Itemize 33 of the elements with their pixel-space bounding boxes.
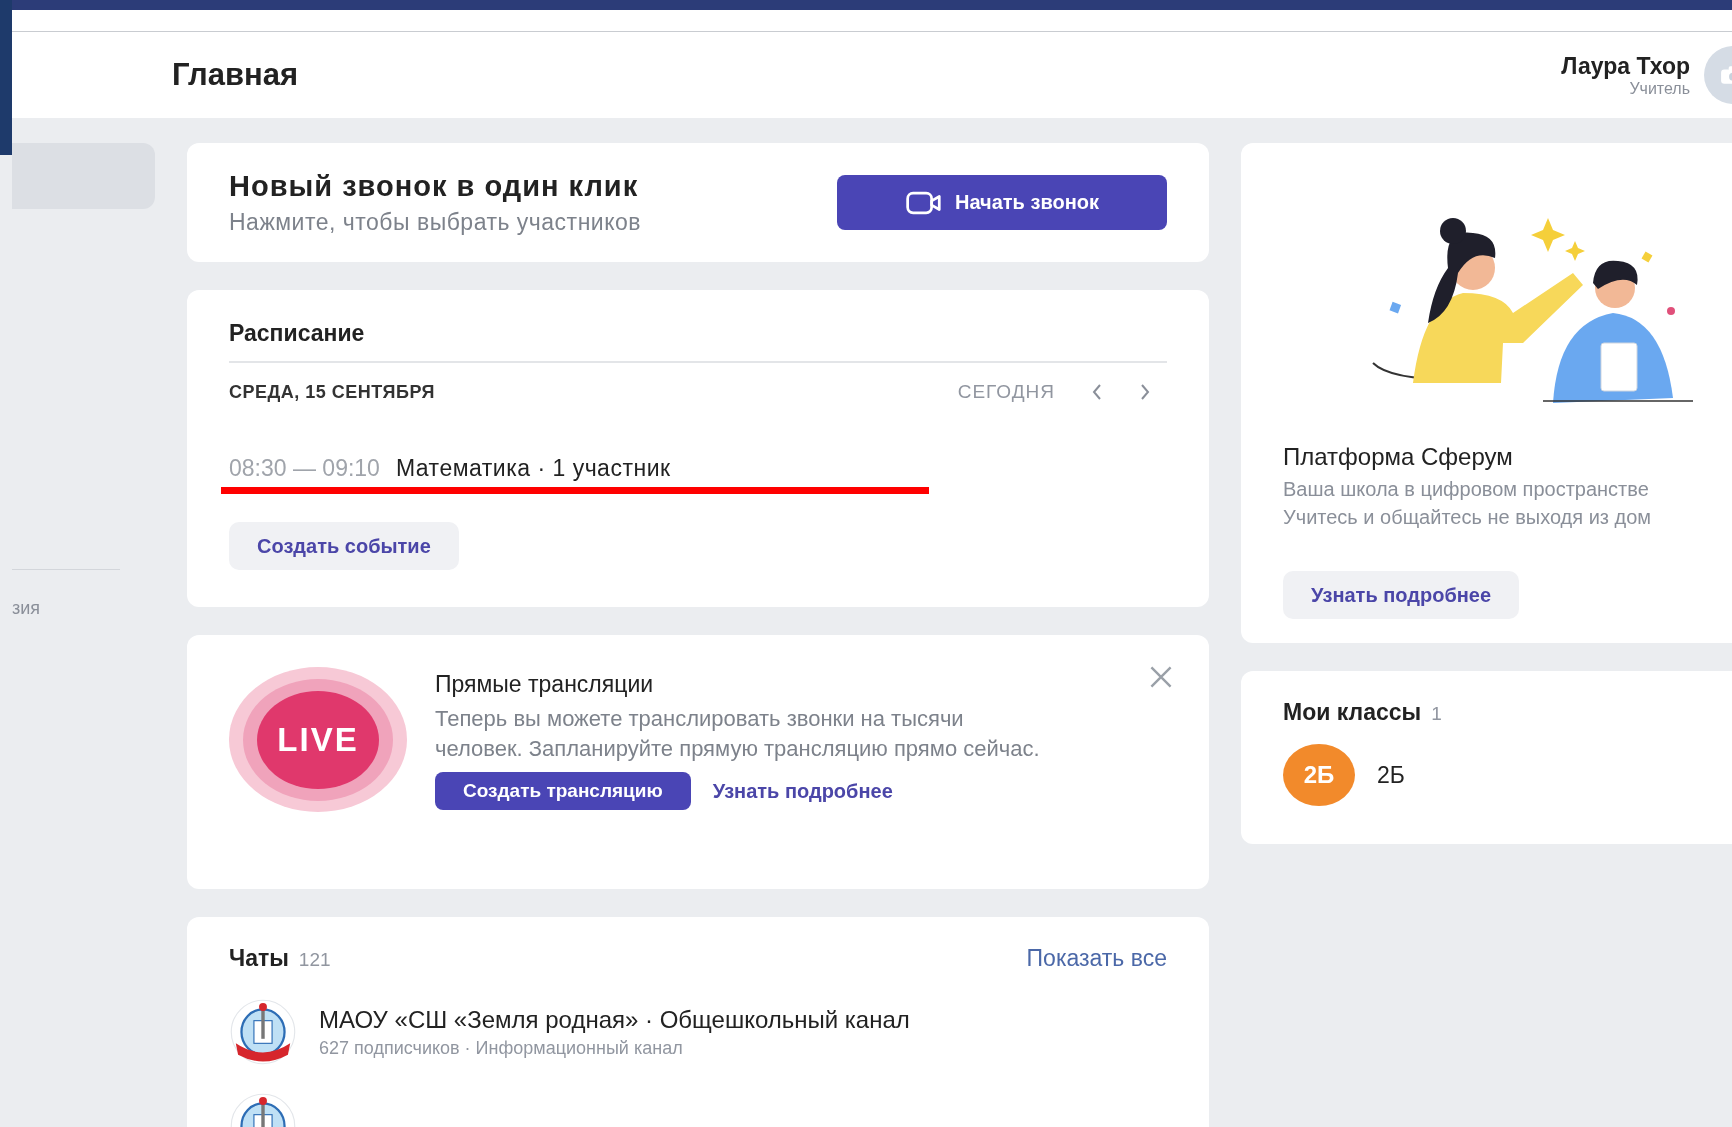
- show-all-link[interactable]: Показать все: [1026, 945, 1167, 972]
- event-time: 08:30 — 09:10: [229, 455, 380, 482]
- user-name: Лаура Тхор: [1561, 52, 1690, 80]
- classes-count: 1: [1431, 703, 1442, 725]
- page-title: Главная: [172, 57, 299, 93]
- close-icon[interactable]: [1149, 665, 1173, 689]
- create-broadcast-button[interactable]: Создать трансляцию: [435, 772, 691, 810]
- chevron-left-icon[interactable]: [1091, 382, 1103, 402]
- create-event-button[interactable]: Создать событие: [229, 522, 459, 570]
- learn-more-button[interactable]: Узнать подробнее: [1283, 571, 1520, 619]
- card-title: Новый звонок в один клик: [229, 169, 640, 203]
- start-call-button[interactable]: Начать звонок: [837, 175, 1167, 230]
- card-title: Расписание: [229, 320, 366, 347]
- card-description: Учитесь и общайтесь не выходя из дом: [1283, 505, 1653, 530]
- school-emblem-icon: [229, 998, 297, 1066]
- card-title: Чаты: [229, 945, 289, 972]
- card-title: Платформа Сферум: [1283, 443, 1514, 471]
- chats-count: 121: [298, 949, 331, 971]
- chat-name[interactable]: МАОУ «СШ «Земля родная» · Общешкольный канал: [319, 1005, 910, 1034]
- card-description: Ваша школа в цифровом пространстве: [1283, 477, 1650, 502]
- card-description: Теперь вы можете транслировать звонки на тысячи человек. Запланируйте прямую трансляцию прямо сейчас.: [435, 705, 1041, 763]
- card-title: Прямые трансляции: [435, 671, 655, 698]
- schedule-date: СРЕДА, 15 СЕНТЯБРЯ: [229, 381, 435, 403]
- live-badge: LIVE: [229, 667, 407, 812]
- card-title: Мои классы: [1283, 699, 1422, 726]
- event-title[interactable]: Математика · 1 участник: [395, 455, 671, 482]
- class-name[interactable]: 2Б: [1377, 761, 1405, 789]
- chat-meta: 627 подписчиков · Информационный канал: [319, 1037, 684, 1059]
- learn-more-link[interactable]: Узнать подробнее: [712, 779, 893, 803]
- video-camera-icon: [905, 190, 943, 215]
- user-role: Учитель: [1629, 79, 1690, 98]
- chevron-right-icon[interactable]: [1139, 382, 1151, 402]
- card-subtitle: Нажмите, чтобы выбрать участников: [229, 208, 642, 236]
